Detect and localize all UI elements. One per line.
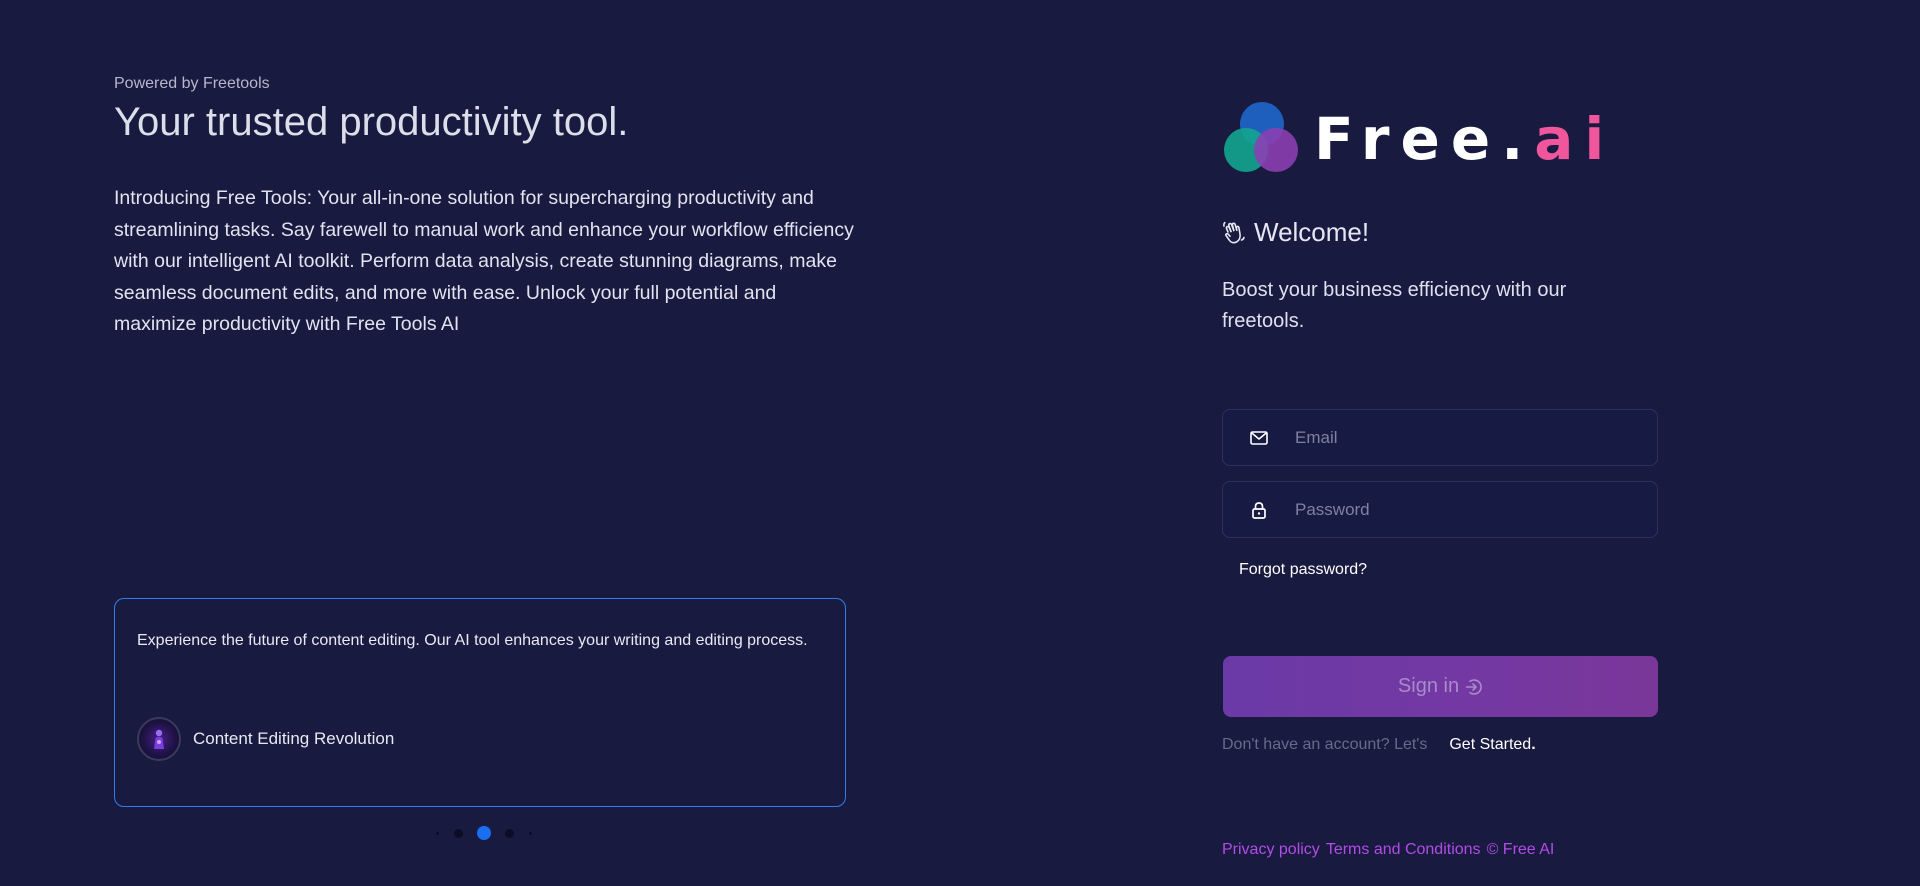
powered-by-label: Powered by Freetools xyxy=(114,75,270,92)
lock-icon xyxy=(1223,501,1295,519)
carousel-author: Content Editing Revolution xyxy=(137,717,394,761)
carousel-text: Experience the future of content editing… xyxy=(137,632,808,649)
mail-icon xyxy=(1223,430,1295,445)
privacy-policy-link[interactable]: Privacy policy xyxy=(1222,841,1320,859)
ai-figure-icon xyxy=(154,729,164,749)
carousel-dot-5[interactable] xyxy=(529,831,532,835)
page-headline: Your trusted productivity tool. xyxy=(114,100,629,144)
circles-logo-icon xyxy=(1224,102,1298,172)
email-field[interactable] xyxy=(1222,409,1658,466)
carousel-dot-4[interactable] xyxy=(505,828,514,838)
welcome-heading: Welcome! xyxy=(1222,217,1369,248)
brand-word-main: Free. xyxy=(1314,105,1535,173)
carousel-dot-3-active[interactable] xyxy=(477,826,491,840)
forgot-password-link[interactable]: Forgot password? xyxy=(1239,561,1367,579)
brand-wordmark: Free.ai xyxy=(1314,110,1615,168)
carousel-pagination xyxy=(428,826,540,840)
password-input[interactable] xyxy=(1295,482,1657,537)
login-panel: Free.ai Welcome! Boost your business eff… xyxy=(1222,0,1662,886)
waving-hand-icon xyxy=(1223,221,1245,243)
password-field[interactable] xyxy=(1222,481,1658,538)
carousel-title: Content Editing Revolution xyxy=(193,729,395,748)
brand-word-accent: ai xyxy=(1534,105,1616,173)
welcome-tagline: Boost your business efficiency with our … xyxy=(1222,279,1567,332)
brand-logo: Free.ai xyxy=(1222,100,1615,178)
sign-in-button[interactable]: Sign in xyxy=(1223,656,1658,717)
carousel-dot-2[interactable] xyxy=(454,828,463,838)
carousel-dot-1[interactable] xyxy=(436,831,439,835)
get-started-link[interactable]: Get Started. xyxy=(1449,736,1535,754)
intro-paragraph: Introducing Free Tools: Your all-in-one … xyxy=(114,187,854,335)
email-input[interactable] xyxy=(1295,410,1657,465)
get-started-suffix: . xyxy=(1531,736,1536,753)
carousel-avatar xyxy=(137,717,181,761)
sign-in-label: Sign in xyxy=(1397,675,1460,697)
signup-prompt: Don't have an account? Let's Get Started… xyxy=(1222,736,1536,754)
footer-links: Privacy policy Terms and Conditions © Fr… xyxy=(1222,841,1554,859)
sign-in-arrow-icon xyxy=(1465,678,1482,695)
welcome-text: Welcome! xyxy=(1254,217,1370,247)
testimonial-carousel-card: Experience the future of content editing… xyxy=(114,598,846,807)
copyright-text: © Free AI xyxy=(1486,841,1555,858)
terms-link[interactable]: Terms and Conditions xyxy=(1326,841,1481,859)
no-account-text: Don't have an account? Let's xyxy=(1222,736,1428,753)
get-started-label: Get Started xyxy=(1449,736,1532,753)
